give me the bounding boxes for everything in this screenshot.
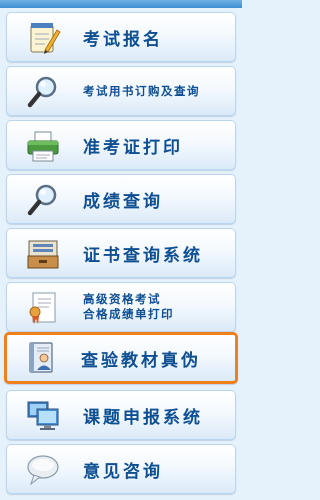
magnifier-icon <box>25 182 61 218</box>
menu-item-label-line1: 高级资格考试 <box>83 292 161 306</box>
menu-item-feedback-consultation[interactable]: 意见咨询 <box>6 444 236 494</box>
menu-item-label: 高级资格考试 合格成绩单打印 <box>83 283 174 331</box>
side-menu: 考试报名 考试用书订购及查询 准考证打印 成绩查询 证书查询系统 高级资格考试 … <box>0 0 242 500</box>
certificate-ribbon-icon <box>25 290 61 326</box>
menu-item-label: 证书查询系统 <box>83 245 203 266</box>
monitors-icon <box>25 398 61 434</box>
menu-item-label: 考试报名 <box>83 29 163 50</box>
menu-item-label: 成绩查询 <box>83 191 163 212</box>
top-strip <box>0 0 242 8</box>
notepad-pencil-icon <box>25 20 61 56</box>
book-person-icon <box>23 340 59 376</box>
menu-item-label: 查验教材真伪 <box>81 350 201 371</box>
menu-item-exam-registration[interactable]: 考试报名 <box>6 12 236 62</box>
menu-item-textbook-verification[interactable]: 查验教材真伪 <box>4 332 238 384</box>
speech-bubble-icon <box>25 452 61 488</box>
menu-item-project-application[interactable]: 课题申报系统 <box>6 390 236 440</box>
menu-item-senior-qualification-print[interactable]: 高级资格考试 合格成绩单打印 <box>6 282 236 332</box>
menu-item-admission-ticket-print[interactable]: 准考证打印 <box>6 120 236 170</box>
menu-item-label-line2: 合格成绩单打印 <box>83 307 174 321</box>
file-drawer-icon <box>25 236 61 272</box>
menu-item-score-query[interactable]: 成绩查询 <box>6 174 236 224</box>
menu-item-label: 课题申报系统 <box>83 407 203 428</box>
magnifier-icon <box>25 74 61 110</box>
menu-item-label: 意见咨询 <box>83 461 163 482</box>
menu-item-label: 考试用书订购及查询 <box>83 84 200 98</box>
printer-icon <box>25 128 61 164</box>
menu-item-certificate-query[interactable]: 证书查询系统 <box>6 228 236 278</box>
menu-item-label: 准考证打印 <box>83 137 183 158</box>
menu-item-book-order[interactable]: 考试用书订购及查询 <box>6 66 236 116</box>
